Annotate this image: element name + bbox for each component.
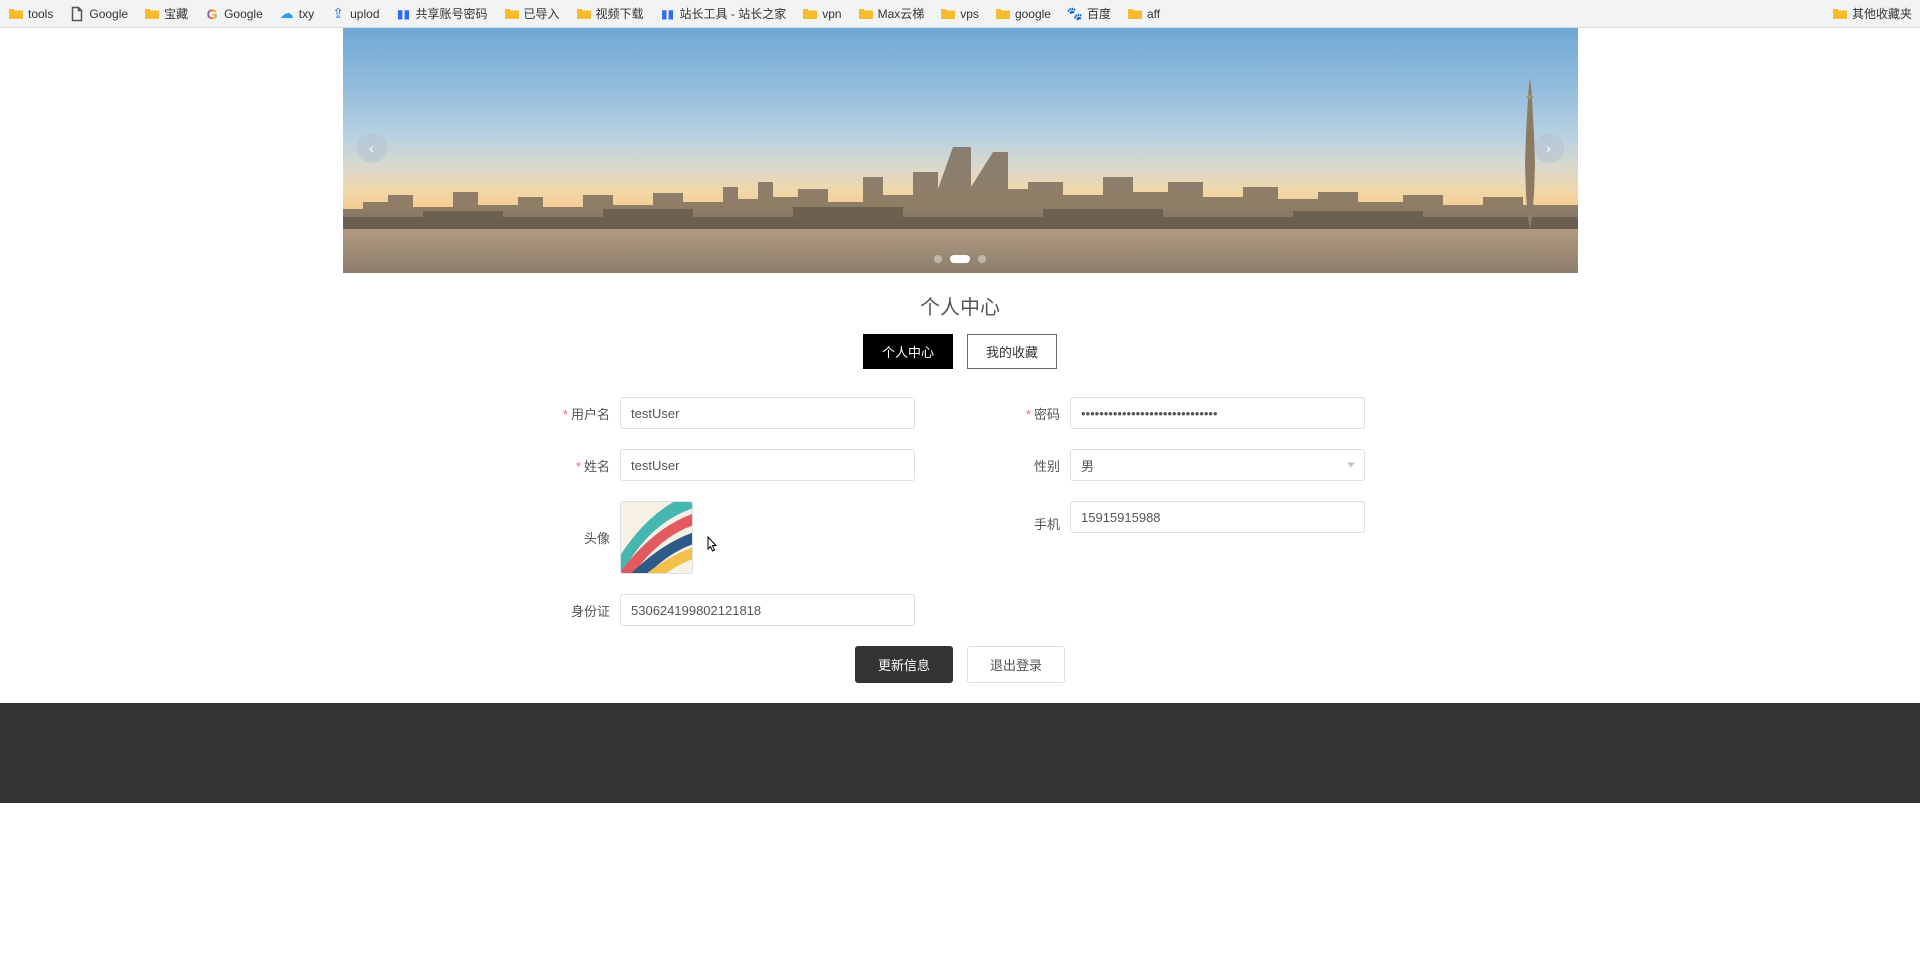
tool-icon: ▮▮ — [396, 6, 412, 22]
name-input[interactable] — [620, 449, 915, 481]
folder-icon — [504, 6, 520, 22]
bookmark-label: 宝藏 — [164, 5, 188, 22]
phone-label: 手机 — [960, 514, 1070, 533]
bookmark-item[interactable]: G Google — [204, 6, 263, 22]
hero-skyline — [343, 147, 1578, 229]
gender-label: 性别 — [960, 456, 1070, 475]
carousel-dot[interactable] — [934, 255, 942, 263]
bookmark-item[interactable]: google — [995, 6, 1051, 22]
folder-icon — [144, 6, 160, 22]
folder-icon — [8, 6, 24, 22]
action-buttons: 更新信息 退出登录 — [0, 646, 1920, 703]
bookmark-item[interactable]: Max云梯 — [858, 5, 925, 22]
gender-select[interactable] — [1070, 449, 1365, 481]
profile-form: *用户名 *密码 *姓名 性别 — [510, 397, 1410, 626]
tool-icon: ▮▮ — [660, 6, 676, 22]
share-icon: ⇪ — [330, 6, 346, 22]
bookmark-item[interactable]: 视频下载 — [576, 5, 644, 22]
username-input[interactable] — [620, 397, 915, 429]
carousel-prev[interactable]: ‹ — [357, 133, 387, 163]
folder-icon — [940, 6, 956, 22]
tab-favorites[interactable]: 我的收藏 — [967, 334, 1057, 369]
bookmark-item[interactable]: ▮▮站长工具 - 站长之家 — [660, 5, 787, 22]
bookmark-label: tools — [28, 7, 53, 21]
bookmark-item[interactable]: vps — [940, 6, 979, 22]
avatar-label: 头像 — [510, 528, 620, 547]
bookmark-label: aff — [1147, 7, 1160, 21]
bookmark-label: uplod — [350, 7, 379, 21]
bookmark-label: 已导入 — [524, 5, 560, 22]
bookmark-other-folder[interactable]: 其他收藏夹 — [1832, 5, 1912, 22]
page-icon — [69, 6, 85, 22]
tabs: 个人中心我的收藏 — [0, 334, 1920, 369]
folder-icon — [1127, 6, 1143, 22]
tab-profile[interactable]: 个人中心 — [863, 334, 953, 369]
hero-carousel: ‹ › — [343, 28, 1578, 273]
bookmark-item[interactable]: 🐾百度 — [1067, 5, 1111, 22]
bookmark-label: 视频下载 — [596, 5, 644, 22]
folder-icon — [802, 6, 818, 22]
cloud-icon: ☁ — [279, 6, 295, 22]
idcard-label: 身份证 — [510, 601, 620, 620]
bookmarks-bar: toolsGoogle宝藏GGoogle☁txy⇪uplod▮▮共享账号密码已导… — [0, 0, 1920, 28]
google-icon: G — [204, 6, 220, 22]
bookmark-item[interactable]: aff — [1127, 6, 1160, 22]
carousel-dots — [934, 255, 986, 263]
page-title: 个人中心 — [0, 291, 1920, 320]
logout-button[interactable]: 退出登录 — [967, 646, 1065, 683]
bookmark-label: 共享账号密码 — [416, 5, 488, 22]
bookmark-label: vpn — [822, 7, 841, 21]
avatar-upload[interactable] — [620, 501, 693, 574]
password-input[interactable] — [1070, 397, 1365, 429]
carousel-next[interactable]: › — [1534, 133, 1564, 163]
bookmark-item[interactable]: vpn — [802, 6, 841, 22]
bookmark-item[interactable]: 已导入 — [504, 5, 560, 22]
bookmark-label: google — [1015, 7, 1051, 21]
update-button[interactable]: 更新信息 — [855, 646, 953, 683]
name-label: *姓名 — [510, 456, 620, 475]
bookmark-label: 其他收藏夹 — [1852, 5, 1912, 22]
password-label: *密码 — [960, 404, 1070, 423]
carousel-dot[interactable] — [950, 255, 970, 263]
username-label: *用户名 — [510, 404, 620, 423]
bookmark-item[interactable]: Google — [69, 6, 128, 22]
bookmark-item[interactable]: ⇪ uplod — [330, 6, 379, 22]
bookmark-item[interactable]: tools — [8, 6, 53, 22]
baidu-icon: 🐾 — [1067, 6, 1083, 22]
bookmark-label: Max云梯 — [878, 5, 925, 22]
carousel-dot[interactable] — [978, 255, 986, 263]
bookmark-label: 百度 — [1087, 5, 1111, 22]
bookmark-label: Google — [224, 7, 263, 21]
phone-input[interactable] — [1070, 501, 1365, 533]
folder-icon — [576, 6, 592, 22]
page-scroll[interactable]: ‹ › 个人中心 个人中心我的收藏 *用户名 *密码 — [0, 28, 1920, 962]
bookmark-label: 站长工具 - 站长之家 — [680, 5, 787, 22]
footer — [0, 703, 1920, 803]
bookmark-item[interactable]: ☁ txy — [279, 6, 314, 22]
bookmark-label: txy — [299, 7, 314, 21]
bookmark-item[interactable]: 宝藏 — [144, 5, 188, 22]
idcard-input[interactable] — [620, 594, 915, 626]
bookmark-label: vps — [960, 7, 979, 21]
bookmark-label: Google — [89, 7, 128, 21]
hero-water — [343, 229, 1578, 273]
bookmark-item[interactable]: ▮▮共享账号密码 — [396, 5, 488, 22]
folder-icon — [995, 6, 1011, 22]
folder-icon — [1832, 6, 1848, 22]
folder-icon — [858, 6, 874, 22]
